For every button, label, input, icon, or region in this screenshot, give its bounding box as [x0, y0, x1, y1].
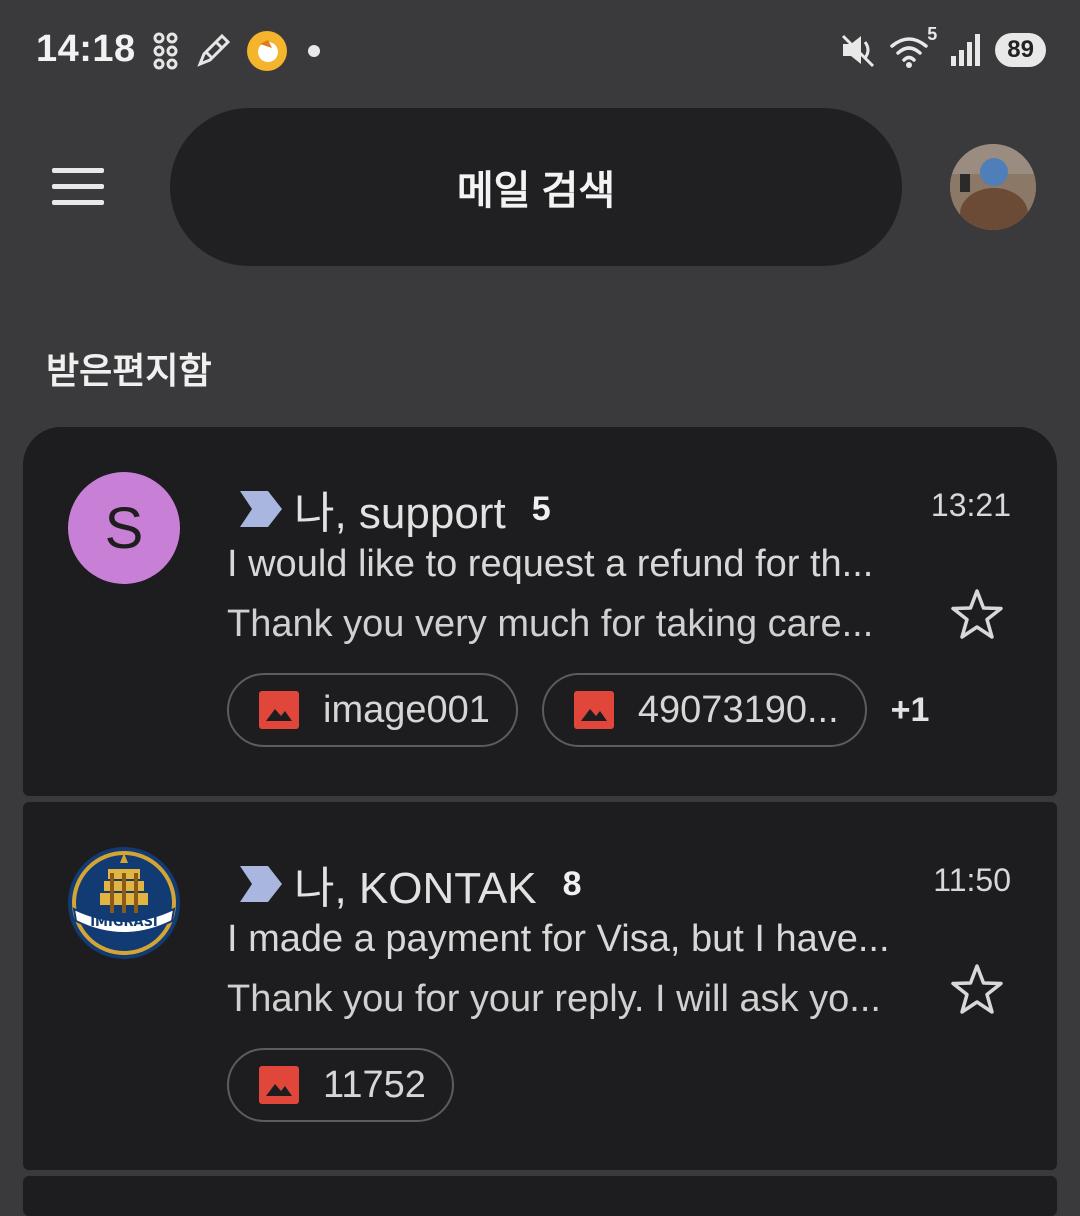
battery-icon: 89 [995, 33, 1046, 67]
email-time: 11:50 [933, 862, 1011, 898]
email-time: 13:21 [930, 487, 1011, 523]
attachment-name: 11752 [323, 1063, 426, 1106]
mute-icon [842, 34, 875, 68]
email-item[interactable] [23, 1176, 1057, 1216]
email-snippet: Thank you very much for taking care... [227, 603, 874, 645]
notification-icons [152, 30, 326, 72]
attachment-name: 49073190... [637, 688, 839, 731]
system-icons: 5 89 [839, 24, 1046, 70]
star-icon[interactable] [949, 587, 1005, 643]
sender-name: 나, KONTAK [294, 864, 537, 913]
wifi-indicator: 5 [889, 24, 937, 70]
email-item[interactable]: IMIGRASI 나, KONTAK 8 11:50 I made a paym… [23, 802, 1057, 1170]
network-badge: 5 [927, 24, 938, 44]
signal-icon [951, 34, 981, 66]
folder-title: 받은편지함 [46, 350, 212, 391]
email-item[interactable]: S 나, support 5 13:21 I would like to req… [23, 427, 1057, 796]
grid-icon [153, 32, 178, 70]
attachment-chips: image001 49073190... +1 [227, 673, 929, 747]
sender-avatar[interactable]: IMIGRASI [68, 847, 180, 959]
star-icon[interactable] [949, 962, 1005, 1018]
more-attachments[interactable]: +1 [891, 691, 930, 730]
image-icon [259, 691, 299, 729]
pencil-icon [197, 33, 231, 67]
sender-row: 나, support 5 [238, 477, 551, 541]
wifi-icon [890, 37, 929, 68]
account-avatar[interactable] [950, 144, 1036, 230]
dot-icon [308, 45, 320, 57]
email-subject: I made a payment for Visa, but I have... [227, 918, 890, 960]
search-placeholder: 메일 검색 [456, 169, 616, 213]
status-bar: 14:18 5 89 [0, 0, 1080, 100]
sender-name: 나, support [294, 489, 506, 538]
sender-row: 나, KONTAK 8 [238, 852, 582, 916]
attachment-chip[interactable]: image001 [227, 673, 518, 747]
important-marker-icon[interactable] [238, 864, 284, 904]
thread-count: 5 [531, 489, 551, 528]
image-icon [259, 1066, 299, 1104]
attachment-chips: 11752 [227, 1048, 454, 1122]
app-badge-icon [247, 31, 287, 71]
attachment-name: image001 [323, 688, 490, 731]
thread-count: 8 [562, 864, 582, 903]
profile-photo [950, 144, 1036, 230]
imigrasi-logo-icon: IMIGRASI [69, 848, 179, 958]
attachment-chip[interactable]: 49073190... [541, 673, 867, 747]
attachment-chip[interactable]: 11752 [227, 1048, 454, 1122]
logo-text: IMIGRASI [90, 915, 158, 930]
image-icon [573, 691, 614, 729]
email-subject: I would like to request a refund for th.… [227, 543, 874, 585]
email-snippet: Thank you for your reply. I will ask yo.… [227, 978, 881, 1020]
sender-avatar[interactable]: S [68, 472, 180, 584]
status-time: 14:18 [36, 28, 136, 70]
important-marker-icon[interactable] [238, 489, 284, 529]
search-bar[interactable]: 메일 검색 [170, 108, 902, 266]
menu-icon[interactable] [52, 168, 106, 206]
